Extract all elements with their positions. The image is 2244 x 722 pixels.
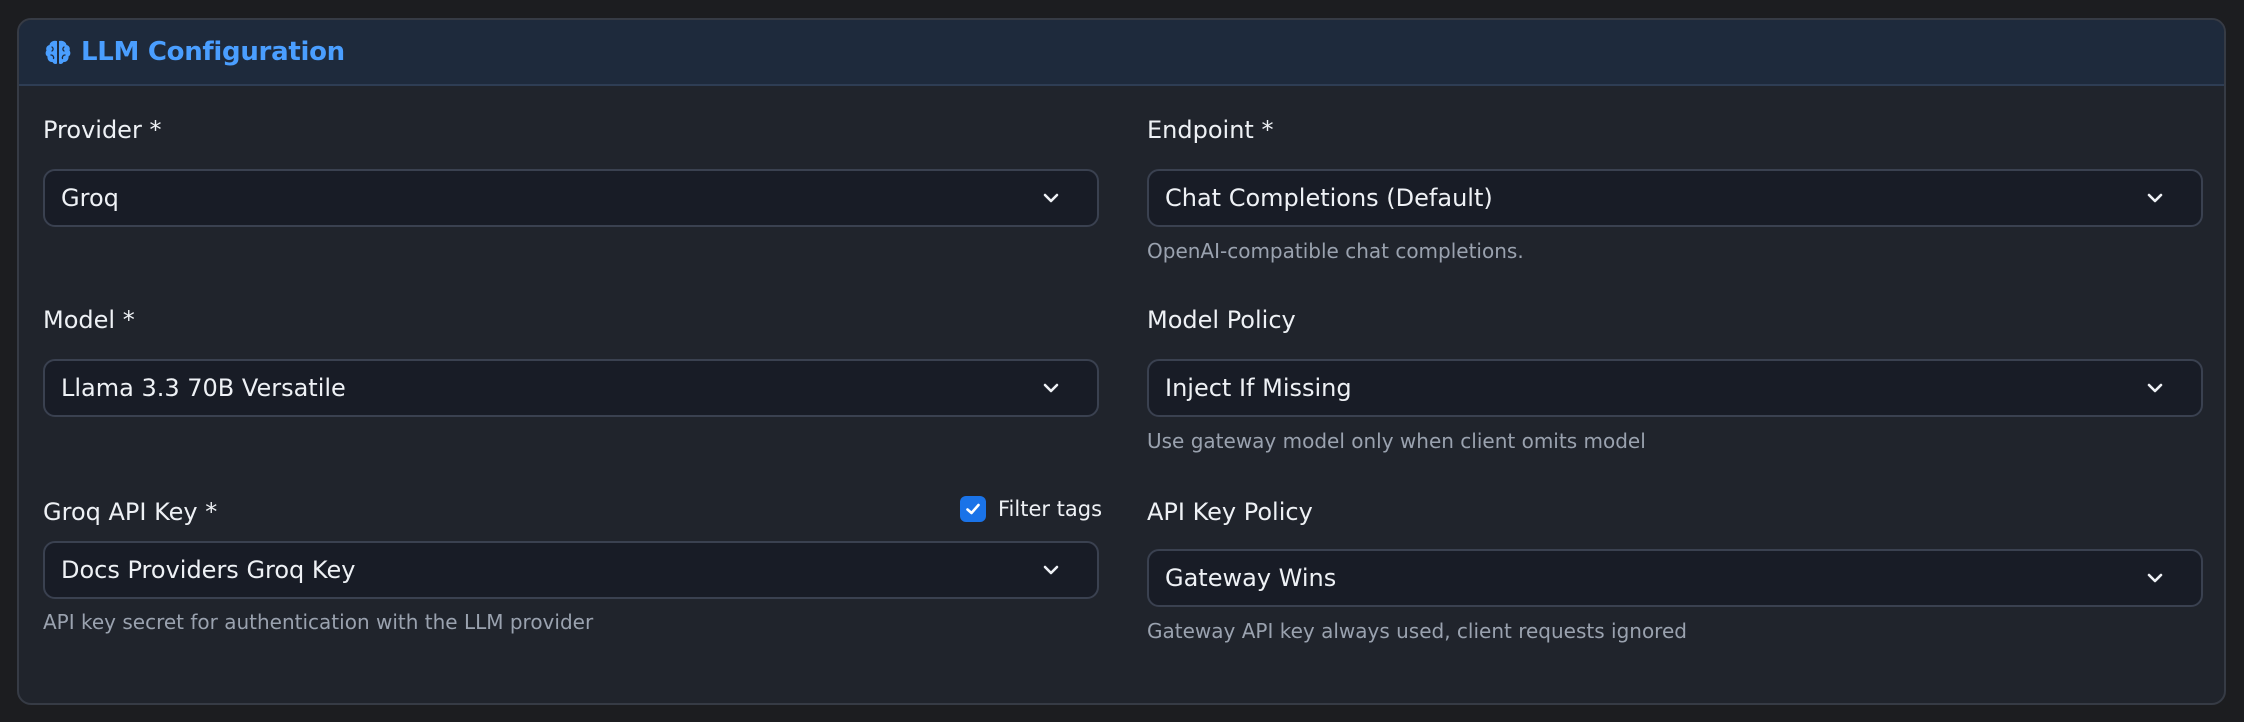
chevron-down-icon <box>1039 558 1063 582</box>
api-key-policy-label: API Key Policy <box>1147 498 1313 526</box>
chevron-down-icon <box>2143 376 2167 400</box>
chevron-down-icon <box>1039 376 1063 400</box>
filter-tags-toggle[interactable]: Filter tags <box>960 496 1102 522</box>
provider-label: Provider * <box>43 116 162 144</box>
chevron-down-icon <box>2143 186 2167 210</box>
endpoint-help: OpenAI-compatible chat completions. <box>1147 239 1524 263</box>
api-key-policy-help: Gateway API key always used, client requ… <box>1147 619 1687 643</box>
provider-select[interactable]: Groq <box>43 169 1099 227</box>
filter-tags-label: Filter tags <box>998 497 1103 521</box>
model-select[interactable]: Llama 3.3 70B Versatile <box>43 359 1099 417</box>
check-icon <box>966 503 980 515</box>
provider-select-value: Groq <box>61 184 119 212</box>
model-policy-label: Model Policy <box>1147 306 1296 334</box>
endpoint-select[interactable]: Chat Completions (Default) <box>1147 169 2203 227</box>
chevron-down-icon <box>2143 566 2167 590</box>
llm-configuration-card: LLM Configuration Provider * Groq Model … <box>17 18 2226 705</box>
groq-api-key-help: API key secret for authentication with t… <box>43 610 594 634</box>
card-header: LLM Configuration <box>19 20 2224 86</box>
model-label: Model * <box>43 306 135 334</box>
model-policy-select-value: Inject If Missing <box>1165 374 1352 402</box>
model-policy-select[interactable]: Inject If Missing <box>1147 359 2203 417</box>
groq-api-key-label: Groq API Key * <box>43 498 218 526</box>
brain-icon <box>43 37 73 67</box>
endpoint-label: Endpoint * <box>1147 116 1274 144</box>
model-policy-help: Use gateway model only when client omits… <box>1147 429 1646 453</box>
groq-api-key-select[interactable]: Docs Providers Groq Key <box>43 541 1099 599</box>
filter-tags-checkbox[interactable] <box>960 496 986 522</box>
chevron-down-icon <box>1039 186 1063 210</box>
api-key-policy-select[interactable]: Gateway Wins <box>1147 549 2203 607</box>
api-key-policy-select-value: Gateway Wins <box>1165 564 1337 592</box>
groq-api-key-select-value: Docs Providers Groq Key <box>61 556 356 584</box>
endpoint-select-value: Chat Completions (Default) <box>1165 184 1493 212</box>
model-select-value: Llama 3.3 70B Versatile <box>61 374 346 402</box>
card-title: LLM Configuration <box>81 37 345 67</box>
